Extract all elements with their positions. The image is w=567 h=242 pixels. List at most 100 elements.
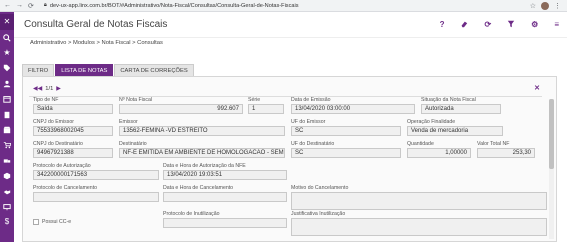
avatar[interactable] bbox=[541, 1, 549, 10]
user-icon[interactable] bbox=[0, 76, 14, 91]
data-cancelamento-input[interactable] bbox=[163, 192, 287, 202]
field-numero-nf: Nº Nota Fiscal 992.607 bbox=[119, 97, 243, 114]
emissor-input[interactable]: 13562-FEMINA -VD ESTREITO bbox=[119, 126, 285, 136]
field-label: Data de Emissão bbox=[291, 97, 331, 103]
close-icon[interactable]: ✕ bbox=[0, 14, 14, 30]
refresh-icon[interactable]: ⟳ bbox=[484, 20, 491, 29]
gear-icon[interactable]: ⚙ bbox=[531, 20, 538, 29]
valor-total-input[interactable]: 253,30 bbox=[477, 148, 535, 158]
eraser-icon[interactable] bbox=[460, 20, 468, 30]
field-label: CNPJ do Destinatário bbox=[33, 141, 83, 147]
possui-cce-checkbox[interactable] bbox=[33, 219, 39, 225]
field-serie: Série 1 bbox=[248, 97, 284, 114]
menu-icon[interactable]: ≡ bbox=[554, 20, 559, 29]
uf-destinatario-input[interactable]: SC bbox=[291, 148, 401, 158]
protocolo-autorizacao-input[interactable]: 342200000171563 bbox=[33, 170, 159, 180]
field-label: Data e Hora de Cancelamento bbox=[163, 185, 234, 191]
field-uf-destinatario: UF do Destinatário SC bbox=[291, 141, 401, 158]
page-header: Consulta Geral de Notas Fiscais ? ⟳ ⚙ ≡ bbox=[14, 12, 567, 38]
browser-actions: ☆ ⋮ bbox=[530, 1, 567, 10]
page-title: Consulta Geral de Notas Fiscais bbox=[24, 19, 168, 30]
operacao-input[interactable]: Venda de mercadoria bbox=[407, 126, 503, 136]
protocolo-cancelamento-input[interactable] bbox=[33, 192, 159, 202]
back-icon[interactable]: ← bbox=[4, 2, 11, 9]
forward-icon[interactable]: → bbox=[16, 2, 23, 9]
monitor-icon[interactable] bbox=[0, 199, 14, 214]
field-label: Emissor bbox=[119, 119, 138, 125]
store-icon[interactable] bbox=[0, 122, 14, 137]
calendar-icon[interactable] bbox=[0, 92, 14, 107]
serie-input[interactable]: 1 bbox=[248, 104, 284, 114]
field-destinatario: Destinatário NF-E EMITIDA EM AMBIENTE DE… bbox=[119, 141, 285, 158]
scrollbar-thumb[interactable] bbox=[549, 99, 554, 169]
protocolo-inutilizacao-input[interactable] bbox=[163, 218, 287, 228]
field-label: Justificativa Inutilização bbox=[291, 211, 346, 217]
truck-icon[interactable] bbox=[0, 153, 14, 168]
star-icon[interactable]: ★ bbox=[0, 45, 14, 60]
first-page-icon[interactable]: ◀◀ bbox=[33, 85, 42, 92]
tag-icon[interactable] bbox=[0, 61, 14, 76]
field-protocolo-cancelamento: Protocolo de Cancelamento bbox=[33, 185, 159, 202]
dollar-icon[interactable]: $ bbox=[0, 215, 14, 230]
box-icon[interactable] bbox=[0, 169, 14, 184]
handshake-icon[interactable] bbox=[0, 184, 14, 199]
motivo-cancelamento-input[interactable] bbox=[291, 192, 547, 210]
field-cnpj-emissor: CNPJ do Emissor 75533968002045 bbox=[33, 119, 113, 136]
numero-nf-input[interactable]: 992.607 bbox=[119, 104, 243, 114]
field-label: Operação Finalidade bbox=[407, 119, 456, 125]
close-record-icon[interactable]: ✕ bbox=[534, 84, 540, 92]
receipt-icon[interactable] bbox=[0, 107, 14, 122]
field-data-emissao: Data de Emissão 13/04/2020 03:00:00 bbox=[291, 97, 415, 114]
field-tipo-nf: Tipo de NF Saída bbox=[33, 97, 113, 114]
lock-icon: 🔒︎ bbox=[43, 2, 47, 8]
field-valor-total: Valor Total NF 253,30 bbox=[477, 141, 535, 158]
help-icon[interactable]: ? bbox=[440, 20, 445, 29]
data-autorizacao-input[interactable]: 13/04/2020 19:03:51 bbox=[163, 170, 287, 180]
field-quantidade: Quantidade 1,00000 bbox=[407, 141, 471, 158]
field-label: Série bbox=[248, 97, 261, 103]
field-data-autorizacao: Data e Hora de Autorização da NFE 13/04/… bbox=[163, 163, 287, 180]
header-tools: ? ⟳ ⚙ ≡ bbox=[440, 20, 567, 30]
uf-emissor-input[interactable]: SC bbox=[291, 126, 401, 136]
tab-filtro[interactable]: FILTRO bbox=[22, 64, 55, 76]
tab-carta-de-correcoes[interactable]: CARTA DE CORREÇÕES bbox=[114, 64, 194, 76]
cnpj-destinatario-input[interactable]: 94967921388 bbox=[33, 148, 113, 158]
field-label: UF do Emissor bbox=[291, 119, 326, 125]
star-icon[interactable]: ☆ bbox=[530, 2, 536, 10]
field-label: Situação da Nota Fiscal bbox=[421, 97, 476, 103]
sidebar: ✕ ★ $ bbox=[0, 12, 14, 242]
field-label: Valor Total NF bbox=[477, 141, 510, 147]
more-icon[interactable]: ⋮ bbox=[554, 2, 561, 10]
data-emissao-input[interactable]: 13/04/2020 03:00:00 bbox=[291, 104, 415, 114]
browser-toolbar: ← → ⟳ 🔒︎ dev-ux-app.linx.com.br/BOT/#Adm… bbox=[0, 0, 567, 12]
filter-icon[interactable] bbox=[507, 20, 515, 30]
field-label: UF do Destinatário bbox=[291, 141, 335, 147]
quantidade-input[interactable]: 1,00000 bbox=[407, 148, 471, 158]
field-label: Protocolo de Cancelamento bbox=[33, 185, 98, 191]
possui-cce-row: Possui CC-e bbox=[33, 219, 71, 225]
url-text: dev-ux-app.linx.com.br/BOT/#Administrati… bbox=[49, 2, 299, 9]
field-label: Destinatário bbox=[119, 141, 147, 147]
cart-icon[interactable] bbox=[0, 138, 14, 153]
field-emissor: Emissor 13562-FEMINA -VD ESTREITO bbox=[119, 119, 285, 136]
address-bar[interactable]: 🔒︎ dev-ux-app.linx.com.br/BOT/#Administr… bbox=[44, 2, 299, 9]
field-data-cancelamento: Data e Hora de Cancelamento bbox=[163, 185, 287, 202]
situacao-input[interactable]: Autorizada bbox=[421, 104, 501, 114]
tab-lista-de-notas[interactable]: LISTA DE NOTAS bbox=[55, 64, 114, 76]
reload-icon[interactable]: ⟳ bbox=[28, 2, 34, 10]
possui-cce-label: Possui CC-e bbox=[42, 219, 72, 225]
destinatario-input[interactable]: NF-E EMITIDA EM AMBIENTE DE HOMOLOGACAO … bbox=[119, 148, 285, 158]
field-justificativa-inutilizacao: Justificativa Inutilização bbox=[291, 211, 547, 236]
field-label: Data e Hora de Autorização da NFE bbox=[163, 163, 246, 169]
browser-nav: ← → ⟳ bbox=[0, 2, 34, 10]
field-label: Tipo de NF bbox=[33, 97, 59, 103]
field-label: CNPJ do Emissor bbox=[33, 119, 74, 125]
search-icon[interactable] bbox=[0, 30, 14, 45]
next-page-icon[interactable]: ▶ bbox=[56, 85, 61, 92]
breadcrumb: Administrativo > Modulos > Nota Fiscal >… bbox=[30, 40, 163, 46]
tipo-nf-input[interactable]: Saída bbox=[33, 104, 113, 114]
justificativa-inutilizacao-input[interactable] bbox=[291, 218, 547, 236]
cnpj-emissor-input[interactable]: 75533968002045 bbox=[33, 126, 113, 136]
pager-text: 1/1 bbox=[45, 85, 54, 92]
field-label: Quantidade bbox=[407, 141, 434, 147]
